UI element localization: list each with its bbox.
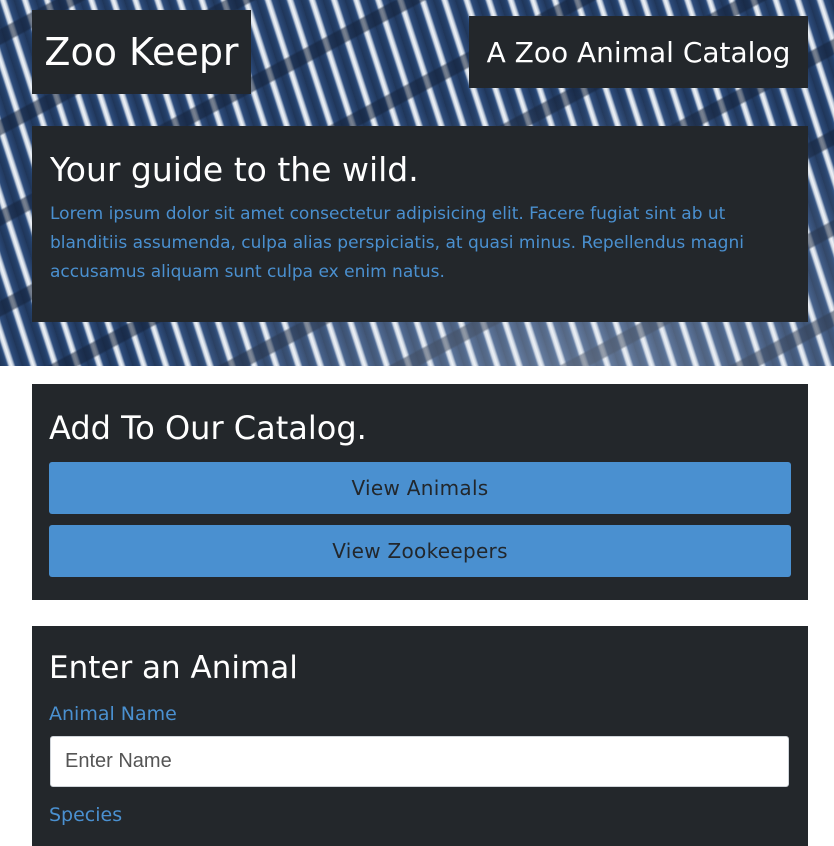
intro-panel: Your guide to the wild. Lorem ipsum dolo… [32,126,808,322]
tagline-text: A Zoo Animal Catalog [486,35,791,69]
animal-name-input[interactable] [50,736,789,787]
catalog-panel: Add To Our Catalog. View Animals View Zo… [32,384,808,600]
catalog-heading: Add To Our Catalog. [49,409,367,447]
intro-body: Lorem ipsum dolor sit amet consectetur a… [50,204,744,282]
view-animals-button[interactable]: View Animals [49,462,791,514]
animal-form-heading: Enter an Animal [49,650,298,686]
species-label: Species [49,804,123,826]
intro-heading: Your guide to the wild. [50,150,419,189]
site-brand[interactable]: Zoo Keepr [32,10,251,94]
view-zookeepers-button[interactable]: View Zookeepers [49,525,791,577]
animal-name-label: Animal Name [49,703,177,725]
brand-title: Zoo Keepr [44,30,239,74]
site-tagline: A Zoo Animal Catalog [469,16,808,88]
animal-form: Enter an Animal Animal Name Species [32,626,808,846]
